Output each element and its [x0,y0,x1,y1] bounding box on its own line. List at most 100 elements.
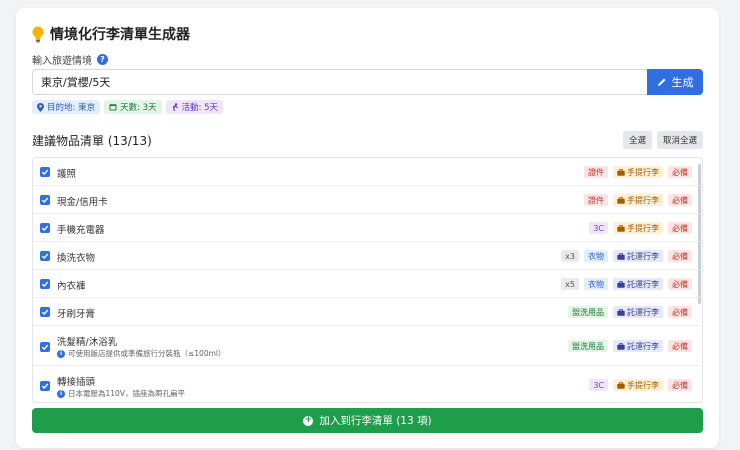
suitcase-icon [617,252,625,260]
list-item[interactable]: 牙刷牙膏 盥洗用品 託運行李 必備 [33,298,700,326]
item-badge: 盥洗用品 [568,340,608,352]
add-to-list-button[interactable]: + 加入到行李清單 (13 項) [32,408,703,433]
destination-chip: 目的地: 東京 [32,100,101,114]
item-badge-label: 3C [593,223,604,233]
list-item[interactable]: 內衣褲 x5 衣物 託運行李 必備 [33,270,700,298]
item-badge: 手提行李 [613,222,663,234]
item-checkbox[interactable] [40,307,50,317]
item-name: 手機充電器 [57,225,105,236]
item-badge: 手提行李 [613,166,663,178]
item-badges: 3C 手提行李 必備 [589,222,692,234]
page-title: 情境化行李清單生成器 [50,27,190,43]
list-item[interactable]: 現金/信用卡 證件 手提行李 必備 [33,186,700,214]
item-checkbox[interactable] [40,251,50,261]
item-badge-label: 託運行李 [627,307,659,317]
list-header-buttons: 全選 取消全選 [622,131,703,149]
item-checkbox[interactable] [40,279,50,289]
trip-field-label: 輸入旅遊情境 [32,56,92,67]
select-all-button[interactable]: 全選 [622,131,652,149]
item-badge: 必備 [668,222,692,234]
check-icon [41,169,49,176]
check-icon [41,197,49,204]
item-badge: 必備 [668,194,692,206]
item-badge: 證件 [584,166,608,178]
item-badge-label: 盥洗用品 [572,341,604,351]
item-checkbox[interactable] [40,195,50,205]
check-icon [41,383,49,390]
list-item[interactable]: 轉接插頭 i 日本電壓為110V，插座為兩孔扁平 3C 手提行李 必備 [33,366,700,402]
item-badge: 託運行李 [613,306,663,318]
trip-input[interactable] [32,69,647,95]
generate-button-label: 生成 [671,76,694,89]
list-item[interactable]: 換洗衣物 x3 衣物 託運行李 必備 [33,242,700,270]
item-badge-label: 手提行李 [627,195,659,205]
item-badge-label: 3C [593,380,604,390]
check-icon [41,253,49,260]
item-badge: 必備 [668,250,692,262]
item-checkbox[interactable] [40,381,50,391]
list-item[interactable]: 護照 證件 手提行李 必備 [33,158,700,186]
item-badge: 託運行李 [613,340,663,352]
item-badge-label: 證件 [588,195,604,205]
item-badge-label: 必備 [672,251,688,261]
check-icon [41,281,49,288]
briefcase-icon [617,381,625,389]
activity-chip: 活動: 5天 [165,100,224,114]
item-badges: 3C 手提行李 必備 [589,379,692,391]
days-chip: 天數: 3天 [104,100,162,114]
item-badge-label: 必備 [672,341,688,351]
item-badge-label: 衣物 [588,251,604,261]
activity-icon [172,103,178,111]
item-badges: x3 衣物 託運行李 必備 [561,250,692,262]
item-badges: 證件 手提行李 必備 [584,166,692,178]
list-item[interactable]: 洗髮精/沐浴乳 i 可使用飯店提供或準備旅行分裝瓶（≤100ml） 盥洗用品 託運行李 必… [33,326,700,366]
item-badge-label: 必備 [672,195,688,205]
item-badge-label: 必備 [672,167,688,177]
item-badge-label: x3 [565,251,575,261]
suitcase-icon [617,280,625,288]
list-title: 建議物品清單 (13/13) [32,133,152,148]
check-icon [41,309,49,316]
item-badge: x5 [561,278,579,290]
item-badge: 3C [589,222,608,234]
item-name: 洗髮精/沐浴乳 [57,337,118,348]
item-note-text: 可使用飯店提供或準備旅行分裝瓶（≤100ml） [68,349,226,358]
item-badge: 託運行李 [613,278,663,290]
generate-button[interactable]: 生成 [647,69,703,95]
item-name: 護照 [57,169,77,180]
item-badge-label: 託運行李 [627,279,659,289]
item-list[interactable]: 護照 證件 手提行李 必備 現金/信用卡 證件 手提行李 必備 手機充電器 3C 手提行李 必備 換洗衣… [32,157,703,403]
item-badge: 必備 [668,306,692,318]
item-badge: 必備 [668,166,692,178]
list-item[interactable]: 手機充電器 3C 手提行李 必備 [33,214,700,242]
item-checkbox[interactable] [40,167,50,177]
suitcase-icon [617,342,625,350]
check-icon [41,225,49,232]
trip-input-row: 生成 [32,69,703,95]
item-badge-label: 託運行李 [627,341,659,351]
item-badge-label: 必備 [672,279,688,289]
briefcase-icon [617,224,625,232]
help-icon[interactable]: ? [97,54,108,65]
item-badge: 手提行李 [613,194,663,206]
item-badge-label: 託運行李 [627,251,659,261]
item-badge: 盥洗用品 [568,306,608,318]
list-header: 建議物品清單 (13/13) 全選 取消全選 [32,131,703,149]
add-to-list-label: 加入到行李清單 (13 項) [319,415,432,427]
item-badge-label: 手提行李 [627,223,659,233]
item-badge-label: 盥洗用品 [572,307,604,317]
item-badge-label: 衣物 [588,279,604,289]
item-checkbox[interactable] [40,223,50,233]
item-badge: 證件 [584,194,608,206]
item-badges: 盥洗用品 託運行李 必備 [568,340,692,352]
activity-chip-label: 活動: 5天 [181,103,219,113]
context-chips: 目的地: 東京 天數: 3天 活動: 5天 [32,100,224,114]
item-badge-label: 手提行李 [627,380,659,390]
title-row: 情境化行李清單生成器 [32,24,190,44]
info-icon: i [57,349,65,358]
item-badge-label: 必備 [672,380,688,390]
item-checkbox[interactable] [40,342,50,352]
deselect-all-button[interactable]: 取消全選 [656,131,703,149]
item-badge: 必備 [668,278,692,290]
briefcase-icon [617,168,625,176]
